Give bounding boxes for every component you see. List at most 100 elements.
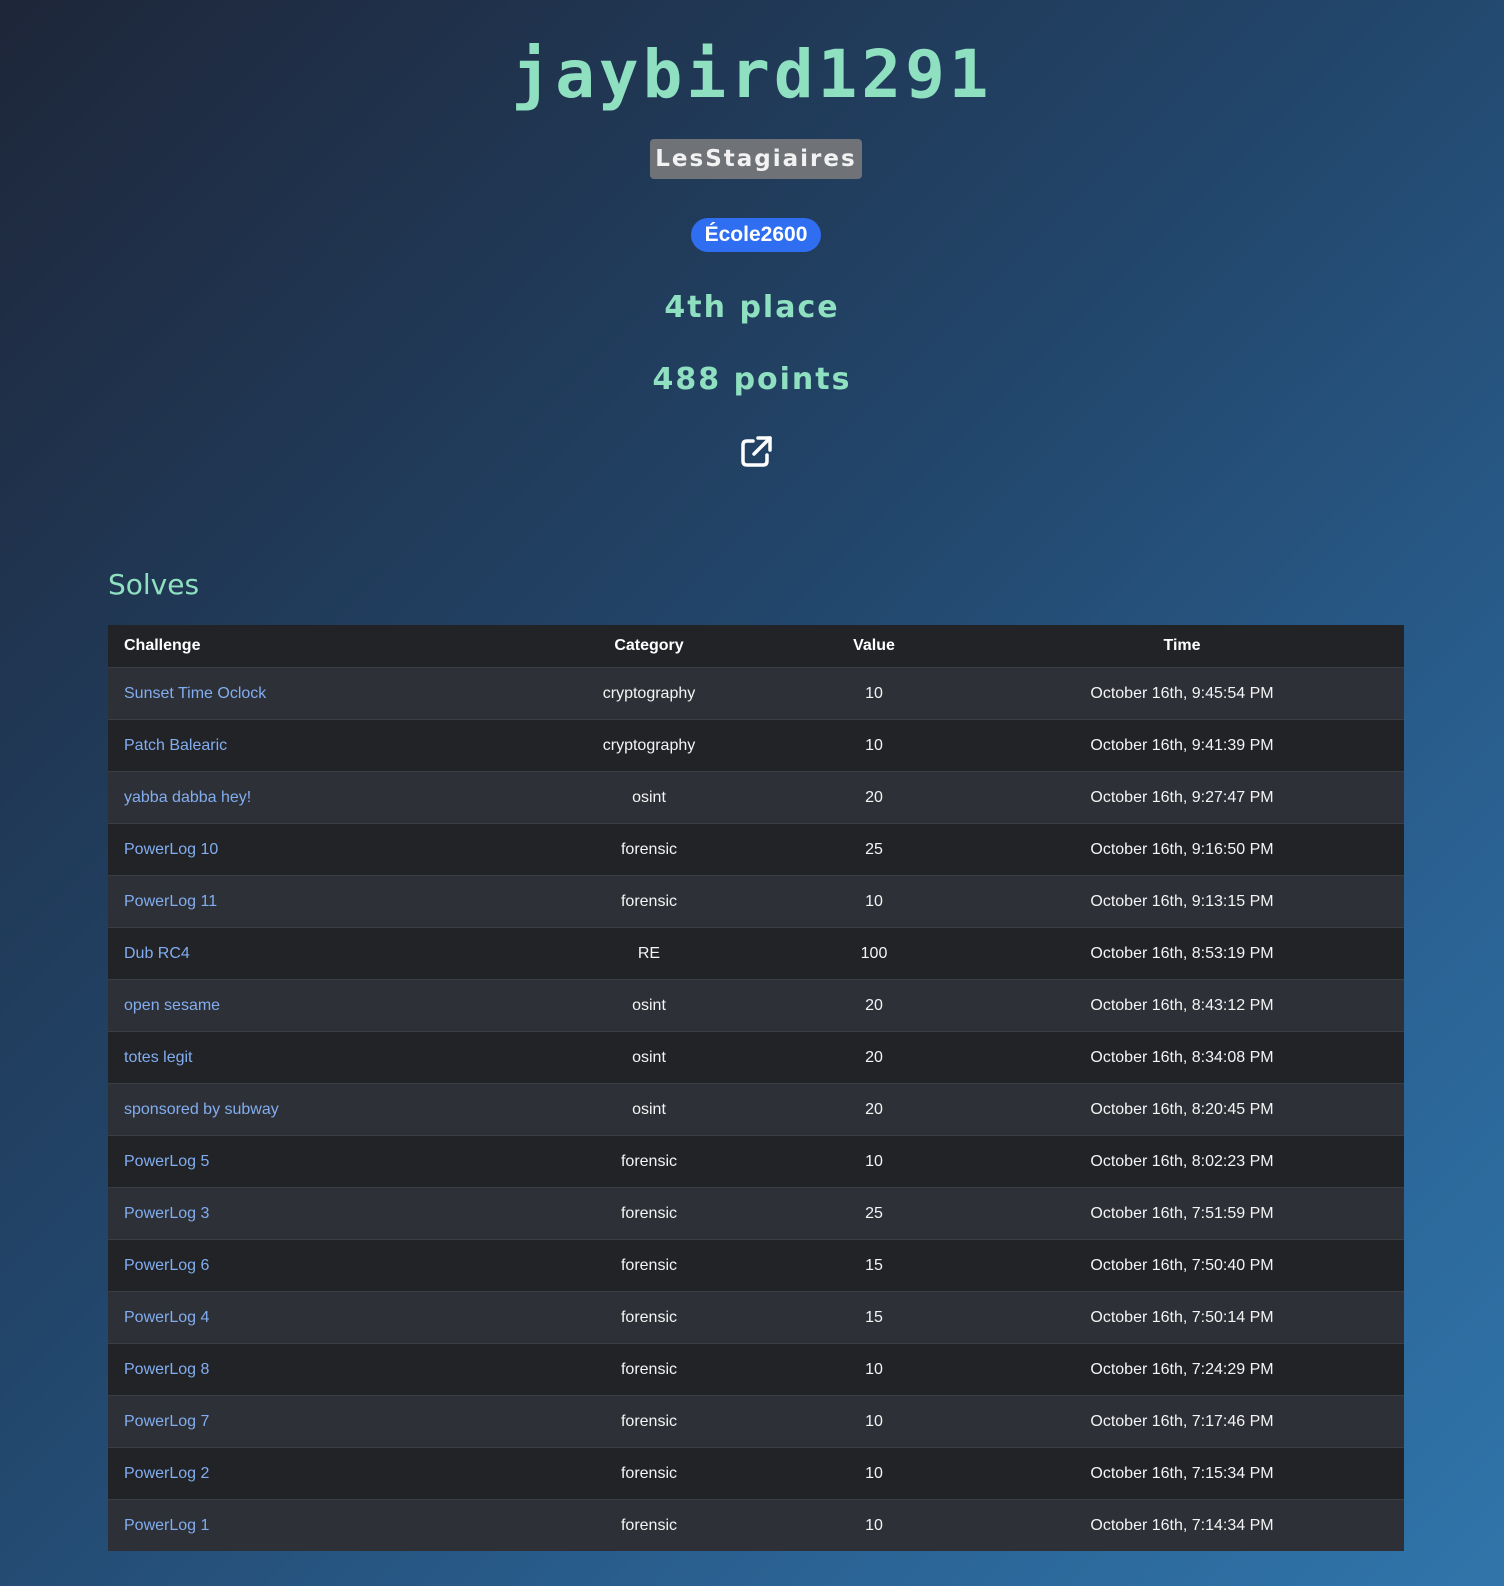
cell-time: October 16th, 9:27:47 PM [960, 771, 1404, 824]
cell-value: 15 [788, 1239, 960, 1292]
table-row: PowerLog 6 forensic 15 October 16th, 7:50:4… [108, 1239, 1404, 1292]
cell-time: October 16th, 7:14:34 PM [960, 1499, 1404, 1551]
cell-time: October 16th, 7:15:34 PM [960, 1447, 1404, 1500]
challenge-link[interactable]: open sesame [124, 997, 220, 1014]
table-header-row: Challenge Category Value Time [108, 625, 1404, 668]
cell-value: 20 [788, 979, 960, 1032]
cell-category: osint [510, 771, 788, 824]
challenge-link[interactable]: PowerLog 7 [124, 1413, 209, 1430]
challenge-link[interactable]: PowerLog 2 [124, 1465, 209, 1482]
cell-value: 10 [788, 1499, 960, 1551]
cell-category: cryptography [510, 719, 788, 772]
table-row: PowerLog 11 forensic 10 October 16th, 9:13:… [108, 875, 1404, 928]
challenge-link[interactable]: Sunset Time Oclock [124, 685, 266, 702]
cell-challenge: PowerLog 1 [108, 1499, 510, 1551]
cell-challenge: PowerLog 7 [108, 1395, 510, 1448]
header-time[interactable]: Time [960, 625, 1404, 668]
header-category[interactable]: Category [510, 625, 788, 668]
cell-challenge: PowerLog 10 [108, 823, 510, 876]
cell-challenge: totes legit [108, 1031, 510, 1084]
cell-challenge: sponsored by subway [108, 1083, 510, 1136]
challenge-link[interactable]: PowerLog 4 [124, 1309, 209, 1326]
cell-time: October 16th, 7:51:59 PM [960, 1187, 1404, 1240]
cell-category: forensic [510, 1135, 788, 1188]
affiliation-badge: École2600 [691, 218, 821, 252]
table-row: PowerLog 3 forensic 25 October 16th, 7:51:5… [108, 1187, 1404, 1240]
table-row: PowerLog 8 forensic 10 October 16th, 7:24:2… [108, 1343, 1404, 1396]
table-row: Sunset Time Oclock cryptography 10 October … [108, 667, 1404, 720]
external-link-icon [741, 436, 772, 467]
cell-value: 10 [788, 667, 960, 720]
cell-challenge: Dub RC4 [108, 927, 510, 980]
cell-value: 10 [788, 1447, 960, 1500]
challenge-link[interactable]: PowerLog 11 [124, 893, 217, 910]
challenge-link[interactable]: sponsored by subway [124, 1101, 279, 1118]
cell-category: forensic [510, 1291, 788, 1344]
cell-category: forensic [510, 1187, 788, 1240]
cell-time: October 16th, 7:24:29 PM [960, 1343, 1404, 1396]
cell-challenge: PowerLog 2 [108, 1447, 510, 1500]
cell-time: October 16th, 8:43:12 PM [960, 979, 1404, 1032]
challenge-link[interactable]: Patch Balearic [124, 737, 227, 754]
cell-challenge: PowerLog 11 [108, 875, 510, 928]
cell-time: October 16th, 7:50:40 PM [960, 1239, 1404, 1292]
cell-time: October 16th, 9:41:39 PM [960, 719, 1404, 772]
cell-category: RE [510, 927, 788, 980]
cell-challenge: PowerLog 4 [108, 1291, 510, 1344]
place-rank: 4th place [664, 290, 840, 325]
cell-challenge: Patch Balearic [108, 719, 510, 772]
cell-time: October 16th, 8:20:45 PM [960, 1083, 1404, 1136]
cell-value: 10 [788, 1135, 960, 1188]
cell-value: 20 [788, 771, 960, 824]
team-badge[interactable]: LesStagiaires [650, 139, 862, 179]
challenge-link[interactable]: PowerLog 6 [124, 1257, 209, 1274]
table-row: totes legit osint 20 October 16th, 8:34:08 … [108, 1031, 1404, 1084]
solves-table-body: Sunset Time Oclock cryptography 10 October … [108, 667, 1404, 1551]
external-link-button[interactable] [738, 434, 774, 470]
challenge-link[interactable]: totes legit [124, 1049, 192, 1066]
table-row: PowerLog 10 forensic 25 October 16th, 9:16:… [108, 823, 1404, 876]
table-row: sponsored by subway osint 20 October 16th, … [108, 1083, 1404, 1136]
cell-value: 10 [788, 719, 960, 772]
header-challenge[interactable]: Challenge [108, 625, 510, 668]
cell-challenge: PowerLog 3 [108, 1187, 510, 1240]
cell-time: October 16th, 9:16:50 PM [960, 823, 1404, 876]
cell-time: October 16th, 7:17:46 PM [960, 1395, 1404, 1448]
cell-challenge: PowerLog 8 [108, 1343, 510, 1396]
cell-category: forensic [510, 1395, 788, 1448]
challenge-link[interactable]: yabba dabba hey! [124, 789, 251, 806]
cell-category: forensic [510, 823, 788, 876]
table-row: PowerLog 4 forensic 15 October 16th, 7:50:1… [108, 1291, 1404, 1344]
cell-time: October 16th, 9:45:54 PM [960, 667, 1404, 720]
cell-value: 10 [788, 875, 960, 928]
cell-value: 20 [788, 1083, 960, 1136]
solves-table: Challenge Category Value Time Sunset Tim… [108, 625, 1404, 1551]
challenge-link[interactable]: PowerLog 5 [124, 1153, 209, 1170]
table-row: PowerLog 2 forensic 10 October 16th, 7:15:3… [108, 1447, 1404, 1500]
cell-value: 10 [788, 1395, 960, 1448]
cell-category: forensic [510, 1447, 788, 1500]
cell-challenge: PowerLog 6 [108, 1239, 510, 1292]
cell-category: osint [510, 1031, 788, 1084]
table-row: PowerLog 7 forensic 10 October 16th, 7:17:4… [108, 1395, 1404, 1448]
cell-time: October 16th, 8:34:08 PM [960, 1031, 1404, 1084]
cell-category: forensic [510, 1239, 788, 1292]
challenge-link[interactable]: PowerLog 1 [124, 1517, 209, 1534]
cell-category: cryptography [510, 667, 788, 720]
cell-time: October 16th, 8:53:19 PM [960, 927, 1404, 980]
cell-value: 25 [788, 1187, 960, 1240]
cell-challenge: PowerLog 5 [108, 1135, 510, 1188]
cell-category: osint [510, 979, 788, 1032]
challenge-link[interactable]: Dub RC4 [124, 945, 190, 962]
challenge-link[interactable]: PowerLog 8 [124, 1361, 209, 1378]
challenge-link[interactable]: PowerLog 10 [124, 841, 218, 858]
cell-value: 25 [788, 823, 960, 876]
cell-time: October 16th, 9:13:15 PM [960, 875, 1404, 928]
table-row: Dub RC4 RE 100 October 16th, 8:53:19 PM [108, 927, 1404, 980]
cell-time: October 16th, 8:02:23 PM [960, 1135, 1404, 1188]
total-points: 488 points [652, 362, 852, 397]
challenge-link[interactable]: PowerLog 3 [124, 1205, 209, 1222]
user-name: jaybird1291 [511, 36, 993, 113]
cell-challenge: open sesame [108, 979, 510, 1032]
header-value[interactable]: Value [788, 625, 960, 668]
